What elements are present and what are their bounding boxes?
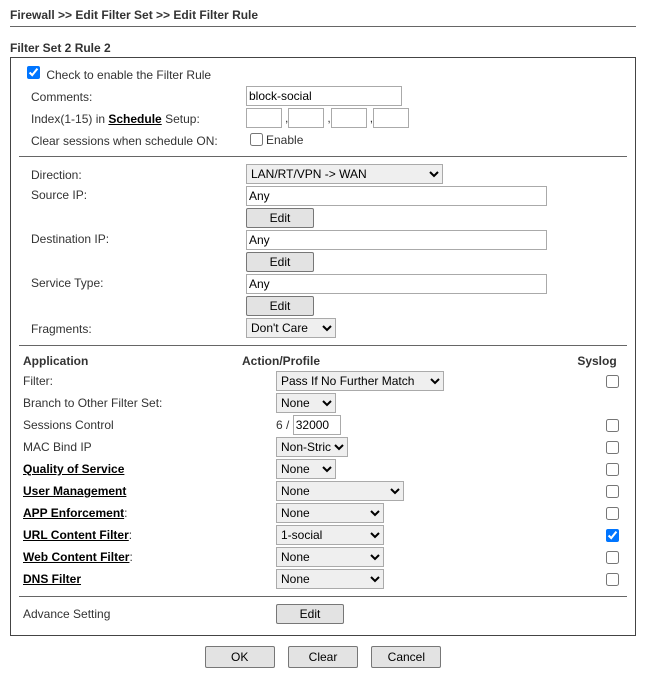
source-ip-edit-button[interactable]: Edit bbox=[246, 208, 314, 228]
appenf-row: APP Enforcement: None bbox=[19, 502, 627, 524]
service-type-edit-button[interactable]: Edit bbox=[246, 296, 314, 316]
schedule-index-2[interactable] bbox=[288, 108, 324, 128]
dnsf-syslog-checkbox[interactable] bbox=[606, 573, 619, 586]
dnsf-row: DNS Filter None bbox=[19, 568, 627, 590]
appenf-select[interactable]: None bbox=[276, 503, 384, 523]
dest-ip-input[interactable] bbox=[246, 230, 547, 250]
dnsf-select[interactable]: None bbox=[276, 569, 384, 589]
schedule-label: Index(1-15) in Schedule Setup: bbox=[27, 110, 246, 126]
usermgmt-syslog-checkbox[interactable] bbox=[606, 485, 619, 498]
action-bar: OK Clear Cancel bbox=[10, 646, 636, 668]
webcf-link[interactable]: Web Content Filter bbox=[23, 550, 129, 564]
comments-label: Comments: bbox=[27, 88, 246, 104]
filter-row: Filter: Pass If No Further Match bbox=[19, 370, 627, 392]
fragments-row: Fragments: Don't Care bbox=[19, 317, 627, 339]
dest-ip-row: Destination IP: Edit bbox=[19, 229, 627, 273]
source-ip-row: Source IP: Edit bbox=[19, 185, 627, 229]
macbind-row: MAC Bind IP Non-Strict bbox=[19, 436, 627, 458]
qos-syslog-checkbox[interactable] bbox=[606, 463, 619, 476]
schedule-post-text: Setup: bbox=[165, 112, 200, 126]
urlcf-select[interactable]: 1-social bbox=[276, 525, 384, 545]
schedule-index-3[interactable] bbox=[331, 108, 367, 128]
macbind-syslog-checkbox[interactable] bbox=[606, 441, 619, 454]
cancel-button[interactable]: Cancel bbox=[371, 646, 441, 668]
source-ip-input[interactable] bbox=[246, 186, 547, 206]
enable-rule-label: Check to enable the Filter Rule bbox=[46, 68, 211, 82]
fragments-select[interactable]: Don't Care bbox=[246, 318, 336, 338]
direction-select[interactable]: LAN/RT/VPN -> WAN bbox=[246, 164, 443, 184]
urlcf-syslog-checkbox[interactable] bbox=[606, 529, 619, 542]
schedule-link[interactable]: Schedule bbox=[108, 112, 161, 126]
section-title: Filter Set 2 Rule 2 bbox=[10, 41, 636, 55]
qos-select[interactable]: None bbox=[276, 459, 336, 479]
usermgmt-select[interactable]: None bbox=[276, 481, 404, 501]
branch-row: Branch to Other Filter Set: None bbox=[19, 392, 627, 414]
sessions-label: Sessions Control bbox=[19, 418, 276, 432]
enable-row: Check to enable the Filter Rule bbox=[19, 60, 627, 85]
comments-row: Comments: bbox=[19, 85, 627, 107]
webcf-row: Web Content Filter: None bbox=[19, 546, 627, 568]
dest-ip-edit-button[interactable]: Edit bbox=[246, 252, 314, 272]
header-syslog: Syslog bbox=[567, 354, 627, 368]
usermgmt-row: User Management None bbox=[19, 480, 627, 502]
header-action-profile: Action/Profile bbox=[242, 354, 567, 368]
filter-syslog-checkbox[interactable] bbox=[606, 375, 619, 388]
branch-select[interactable]: None bbox=[276, 393, 336, 413]
schedule-pre-text: Index(1-15) in bbox=[31, 112, 108, 126]
service-type-row: Service Type: Edit bbox=[19, 273, 627, 317]
dest-ip-label: Destination IP: bbox=[27, 230, 246, 246]
clear-sessions-enable-checkbox[interactable] bbox=[250, 133, 263, 146]
sessions-syslog-checkbox[interactable] bbox=[606, 419, 619, 432]
direction-label: Direction: bbox=[27, 166, 246, 182]
filter-label: Filter: bbox=[19, 374, 276, 388]
source-ip-label: Source IP: bbox=[27, 186, 246, 202]
qos-row: Quality of Service None bbox=[19, 458, 627, 480]
clear-sessions-enable-label: Enable bbox=[266, 133, 303, 147]
schedule-row: Index(1-15) in Schedule Setup: , , , bbox=[19, 107, 627, 129]
fragments-label: Fragments: bbox=[27, 320, 246, 336]
clear-button[interactable]: Clear bbox=[288, 646, 358, 668]
branch-label: Branch to Other Filter Set: bbox=[19, 396, 276, 410]
service-type-label: Service Type: bbox=[27, 274, 246, 290]
breadcrumb: Firewall >> Edit Filter Set >> Edit Filt… bbox=[10, 8, 636, 27]
schedule-index-4[interactable] bbox=[373, 108, 409, 128]
dnsf-link[interactable]: DNS Filter bbox=[23, 572, 81, 586]
usermgmt-link[interactable]: User Management bbox=[23, 484, 126, 498]
appenf-link[interactable]: APP Enforcement bbox=[23, 506, 124, 520]
advance-label: Advance Setting bbox=[19, 607, 276, 621]
clear-sessions-label: Clear sessions when schedule ON: bbox=[27, 132, 246, 148]
direction-row: Direction: LAN/RT/VPN -> WAN bbox=[19, 163, 627, 185]
macbind-select[interactable]: Non-Strict bbox=[276, 437, 348, 457]
urlcf-row: URL Content Filter: 1-social bbox=[19, 524, 627, 546]
sessions-sep: / bbox=[286, 418, 289, 432]
webcf-select[interactable]: None bbox=[276, 547, 384, 567]
sessions-max-input[interactable] bbox=[293, 415, 341, 435]
enable-rule-checkbox[interactable] bbox=[27, 66, 40, 79]
service-type-input[interactable] bbox=[246, 274, 547, 294]
appenf-syslog-checkbox[interactable] bbox=[606, 507, 619, 520]
schedule-index-1[interactable] bbox=[246, 108, 282, 128]
macbind-label: MAC Bind IP bbox=[19, 440, 276, 454]
advance-row: Advance Setting Edit bbox=[19, 603, 627, 625]
clear-sessions-row: Clear sessions when schedule ON: Enable bbox=[19, 129, 627, 150]
filter-rule-panel: Check to enable the Filter Rule Comments… bbox=[10, 57, 636, 636]
action-profile-header: Application Action/Profile Syslog bbox=[19, 352, 627, 370]
urlcf-link[interactable]: URL Content Filter bbox=[23, 528, 129, 542]
advance-edit-button[interactable]: Edit bbox=[276, 604, 344, 624]
ok-button[interactable]: OK bbox=[205, 646, 275, 668]
comments-input[interactable] bbox=[246, 86, 402, 106]
filter-select[interactable]: Pass If No Further Match bbox=[276, 371, 444, 391]
qos-link[interactable]: Quality of Service bbox=[23, 462, 124, 476]
webcf-syslog-checkbox[interactable] bbox=[606, 551, 619, 564]
sessions-current: 6 bbox=[276, 418, 283, 432]
header-application: Application bbox=[23, 354, 242, 368]
sessions-row: Sessions Control 6 / bbox=[19, 414, 627, 436]
